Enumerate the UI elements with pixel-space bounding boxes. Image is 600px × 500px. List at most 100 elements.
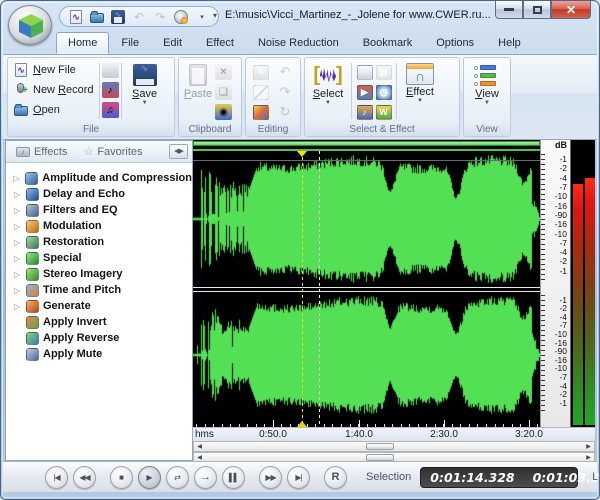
waveform-channel-right[interactable] [193,292,540,418]
tab-effects[interactable]: ♪ Effects [10,144,73,160]
tab-bookmark[interactable]: Bookmark [351,32,425,54]
expand-icon[interactable]: ▷ [12,238,22,247]
tree-item-apply-reverse[interactable]: Apply Reverse [6,330,192,346]
scroll-right-icon[interactable]: ▶ [583,442,594,451]
cut-icon[interactable]: ✕ [215,64,232,80]
new-file-button[interactable]: ∿ New File [10,60,97,80]
select-button[interactable]: [] Select ▼ [307,60,349,124]
tab-noise-reduction[interactable]: Noise Reduction [246,32,351,54]
qat-overflow-icon[interactable]: ▾ [213,11,217,20]
maximize-button[interactable] [523,1,551,19]
apply-reverse-icon [26,331,39,345]
tab-favorites[interactable]: ☆ Favorites [77,143,148,160]
duration-icon[interactable]: ◷ [375,84,392,100]
tree-item-filters-and-eq[interactable]: ▷ Filters and EQ [6,202,192,218]
paste-special-icon[interactable]: ◉ [215,104,232,120]
selection-display: 0:01:14.328 0:01:03.393 [420,466,599,488]
horizontal-scrollbar-1[interactable]: ◀ ▶ [193,441,595,452]
delete-icon[interactable]: ✕ [253,64,269,80]
undo-icon[interactable]: ↶ [131,9,147,25]
tree-item-time-and-pitch[interactable]: ▷ Time and Pitch [6,282,192,298]
redo-icon[interactable]: ↷ [277,84,293,100]
tab-edit[interactable]: Edit [151,32,194,54]
effect-icon [406,63,434,85]
open-icon[interactable] [89,9,105,25]
minimize-button[interactable] [495,1,523,19]
tab-file[interactable]: File [109,32,151,54]
tree-item-apply-mute[interactable]: Apply Mute [6,346,192,362]
scroll-left-icon[interactable]: ◀ [194,442,205,451]
expand-icon[interactable]: ▷ [12,206,22,215]
go-to-end-button[interactable]: ▶| [287,465,310,489]
play-button[interactable]: ▶ [138,465,161,489]
save-icon[interactable] [110,9,126,25]
loop-button[interactable]: ⇄ [166,465,189,489]
db-scale-right-channel: -1 -2 -4 -7 -10 -16 -90 -16 -10 -7 -4 -2 -1 [541,292,570,418]
open-button[interactable]: Open [10,100,97,120]
file-associate-icon[interactable] [101,62,119,78]
marker-wave-icon[interactable]: W [375,104,392,120]
rewind-button[interactable]: ◀◀ [73,465,96,489]
waveform-channel-left[interactable] [193,151,540,287]
save-button[interactable]: Save▼ [124,60,166,124]
effect-button[interactable]: Effect▼ [399,60,441,124]
scrollbar-thumb[interactable] [366,454,394,461]
redo-icon[interactable]: ↷ [152,9,168,25]
tree-item-amplitude-and-compression[interactable]: ▷ Amplitude and Compression [6,170,192,186]
tab-effect[interactable]: Effect [194,32,246,54]
convert-sample-icon[interactable]: ♪ [356,104,373,120]
amplitude-tool-icon[interactable]: ◔ [356,64,373,80]
open-icon [13,102,29,118]
tab-home[interactable]: Home [56,32,110,54]
waveform-overview-bar[interactable] [193,140,540,151]
mix-paste-icon[interactable]: ▶ [356,84,373,100]
ribbon-group-clipboard: Paste ✕ ❏ ◉ Clipboard [178,57,242,137]
expand-icon[interactable]: ▷ [12,254,22,263]
tree-item-generate[interactable]: ▷ Generate [6,298,192,314]
trim-icon[interactable] [253,84,269,100]
tree-item-delay-and-echo[interactable]: ▷ Delay and Echo [6,186,192,202]
app-menu-button[interactable] [8,5,52,45]
paste-button[interactable]: Paste [181,60,215,124]
burn-cd-icon[interactable] [173,9,189,25]
audio-converter-icon[interactable]: ♫ [101,102,119,118]
fast-forward-button[interactable]: ▶▶ [259,465,282,489]
tree-item-apply-invert[interactable]: Apply Invert [6,314,192,330]
expand-icon[interactable]: ▷ [12,190,22,199]
tree-item-modulation[interactable]: ▷ Modulation [6,218,192,234]
playhead-line[interactable] [302,151,303,427]
new-record-button[interactable]: New Record [10,80,97,100]
tree-item-restoration[interactable]: ▷ Restoration [6,234,192,250]
level-meter-left [573,183,583,425]
insert-silence-icon[interactable]: ▦ [375,64,392,80]
close-button[interactable]: ✕ [551,1,591,19]
play-from-cursor-button[interactable]: → [194,465,217,489]
editing-icons: ✕ ↶ ↷ ↻ [249,62,297,122]
expand-icon[interactable]: ▷ [12,174,21,183]
expand-icon[interactable]: ▷ [12,270,22,279]
mix-file-icon[interactable] [253,104,269,120]
tree-item-special[interactable]: ▷ Special [6,250,192,266]
playhead-marker-top[interactable] [297,151,307,162]
copy-icon[interactable]: ❏ [215,84,232,100]
expand-icon[interactable]: ▷ [12,222,22,231]
tab-help[interactable]: Help [486,32,533,54]
stop-button[interactable]: ■ [110,465,133,489]
video-to-audio-icon[interactable]: ♪ [101,82,119,98]
scrollbar-thumb[interactable] [366,443,394,450]
undo-icon[interactable]: ↶ [277,64,293,80]
pause-button[interactable]: ▌▌ [222,465,245,489]
tree-item-stereo-imagery[interactable]: ▷ Stereo Imagery [6,266,192,282]
expand-icon[interactable]: ▷ [12,302,22,311]
selection-cursor-line[interactable] [319,151,320,427]
qat-dropdown-icon[interactable]: ▾ [194,9,210,25]
record-button[interactable]: R [324,465,347,489]
panel-collapse-button[interactable]: ◀▶ [169,144,188,159]
repeat-icon[interactable]: ↻ [277,104,293,120]
timeline-ruler[interactable] [193,418,540,427]
view-button[interactable]: View ▼ [466,60,508,124]
new-file-icon[interactable]: ∿ [68,9,84,25]
expand-icon[interactable]: ▷ [12,286,22,295]
tab-options[interactable]: Options [424,32,486,54]
go-to-start-button[interactable]: |◀ [45,465,68,489]
